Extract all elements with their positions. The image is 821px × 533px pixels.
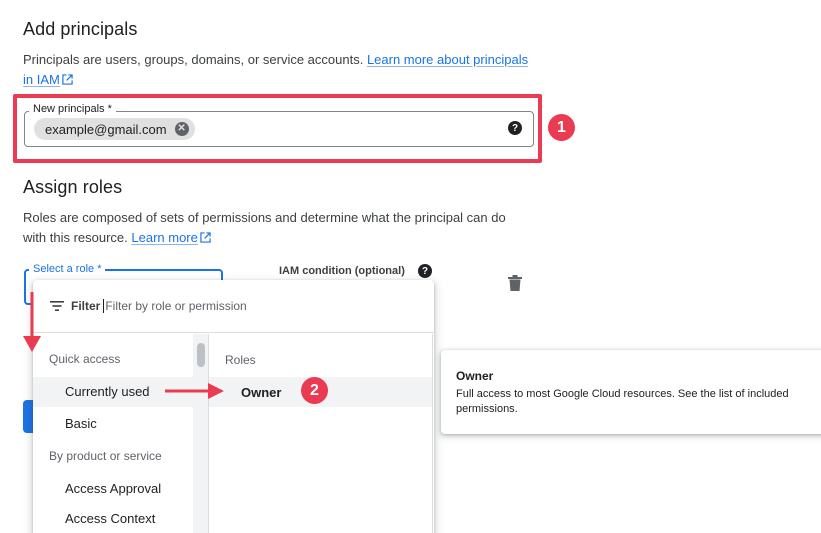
roles-heading: Roles xyxy=(225,353,256,367)
external-link-icon xyxy=(62,74,73,85)
annotation-badge-1: 1 xyxy=(548,114,575,141)
filter-input[interactable]: Filter by role or permission xyxy=(105,299,246,313)
category-currently-used[interactable]: Currently used xyxy=(65,384,150,399)
help-icon[interactable]: ? xyxy=(418,264,432,278)
section-by-product: By product or service xyxy=(49,449,162,463)
add-principals-description: Principals are users, groups, domains, o… xyxy=(23,50,543,90)
tooltip-description: Full access to most Google Cloud resourc… xyxy=(456,388,789,415)
tooltip-title: Owner xyxy=(456,369,494,383)
select-role-label: Select a role * xyxy=(29,263,106,275)
column-divider xyxy=(208,334,209,533)
learn-more-roles-link-text: Learn more xyxy=(131,230,198,245)
filter-row[interactable]: Filter Filter by role or permission xyxy=(33,280,434,333)
section-quick-access: Quick access xyxy=(49,352,121,366)
text-caret xyxy=(103,299,105,313)
external-link-icon xyxy=(200,232,211,243)
iam-condition-label: IAM condition (optional) xyxy=(279,265,405,277)
annotation-badge-2: 2 xyxy=(301,377,328,404)
learn-more-principals-link-line2: in IAM xyxy=(23,72,60,87)
learn-more-roles-link[interactable]: Learn more xyxy=(131,230,211,245)
column-divider-right xyxy=(432,334,433,533)
assign-roles-description-line2: with this resource. xyxy=(23,230,132,245)
learn-more-principals-link-line1: Learn more about principals xyxy=(366,52,529,67)
trash-icon[interactable] xyxy=(508,275,522,291)
category-access-context[interactable]: Access Context xyxy=(65,511,155,526)
assign-roles-title: Assign roles xyxy=(23,177,123,197)
assign-roles-description: Roles are composed of sets of permission… xyxy=(23,208,563,248)
annotation-highlight-box xyxy=(13,94,542,163)
category-basic[interactable]: Basic xyxy=(65,416,97,431)
role-tooltip-card: Owner Full access to most Google Cloud r… xyxy=(441,350,821,434)
role-dropdown-panel: Filter Filter by role or permission Quic… xyxy=(33,280,434,533)
add-principals-title: Add principals xyxy=(23,19,138,39)
filter-label: Filter xyxy=(71,299,101,313)
category-access-approval[interactable]: Access Approval xyxy=(65,481,161,496)
add-principals-description-text: Principals are users, groups, domains, o… xyxy=(23,52,367,67)
scrollbar-thumb[interactable] xyxy=(197,343,205,367)
filter-icon xyxy=(50,301,64,311)
role-owner[interactable]: Owner xyxy=(241,385,281,400)
assign-roles-description-line1: Roles are composed of sets of permission… xyxy=(23,210,506,225)
